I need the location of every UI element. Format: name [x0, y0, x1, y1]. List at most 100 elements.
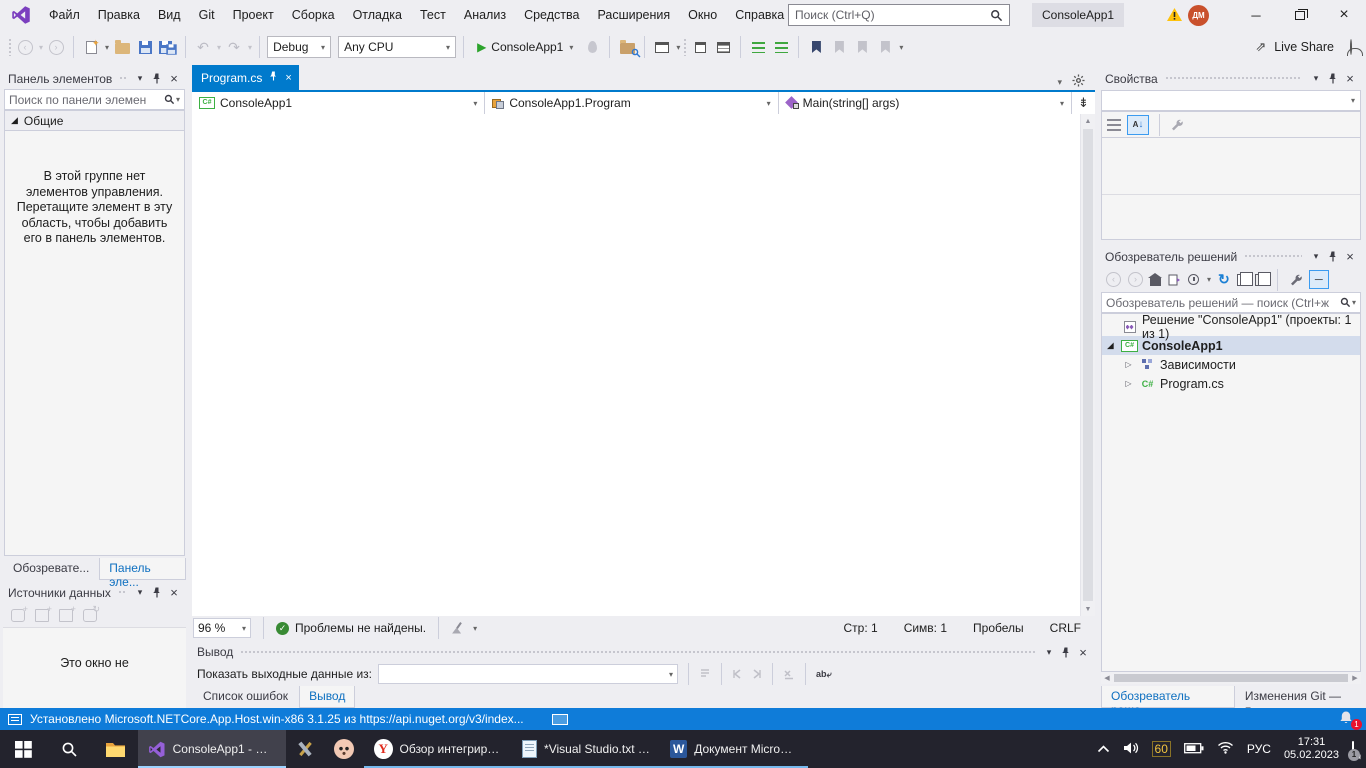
pin-icon[interactable] [152, 73, 162, 84]
tab-error-list[interactable]: Список ошибок [194, 686, 297, 708]
taskbar-app-isaac[interactable] [324, 730, 364, 768]
tree-item-solution[interactable]: Решение "ConsoleApp1" (проекты: 1 из 1) [1102, 317, 1360, 336]
add-data-source-icon[interactable] [11, 609, 25, 622]
search-input[interactable] [795, 8, 990, 22]
property-pages-wrench-icon[interactable] [1170, 118, 1184, 132]
pin-icon[interactable] [269, 71, 278, 84]
output-header[interactable]: Вывод ▾ × [192, 642, 1095, 662]
live-share-icon[interactable]: ⇗ [1255, 39, 1266, 55]
preview-selected-items-icon[interactable]: ─ [1309, 270, 1329, 289]
battery-icon[interactable] [1184, 742, 1204, 757]
horizontal-scrollbar[interactable]: ◀ ▶ [1101, 672, 1361, 684]
close-button[interactable]: × [1322, 0, 1366, 30]
tab-output[interactable]: Вывод [299, 686, 355, 708]
feedback-person-icon[interactable] [1350, 40, 1352, 54]
close-icon[interactable]: × [167, 586, 181, 599]
search-icon[interactable] [990, 9, 1003, 22]
taskbar-search-icon[interactable] [46, 730, 92, 768]
volume-icon[interactable] [1123, 741, 1139, 758]
wifi-icon[interactable] [1217, 741, 1234, 757]
file-explorer-icon[interactable] [92, 730, 138, 768]
window-position-icon[interactable]: ▾ [1309, 73, 1323, 84]
close-icon[interactable]: × [285, 72, 291, 84]
toolbox-search-input[interactable] [9, 93, 164, 107]
document-health-indicator[interactable]: ✓ Проблемы не найдены. [276, 621, 426, 635]
show-all-files-icon[interactable] [1255, 274, 1266, 286]
close-icon[interactable]: × [1076, 646, 1090, 659]
expanded-arrow-icon[interactable]: ◢ [11, 115, 18, 126]
search-icon[interactable] [164, 94, 175, 105]
toolbar-grip[interactable] [8, 38, 12, 56]
window-position-icon[interactable]: ▾ [1309, 251, 1323, 262]
window-list-icon[interactable] [713, 36, 733, 58]
properties-object-combo[interactable]: ▾ [1101, 90, 1361, 111]
increase-indent-icon[interactable] [771, 36, 791, 58]
code-cleanup-dropdown-icon[interactable]: ▾ [473, 624, 477, 633]
taskbar-app-notepad[interactable]: *Visual Studio.txt – ... [512, 730, 660, 768]
properties-wrench-icon[interactable] [1289, 273, 1302, 286]
taskbar-app-game-tools[interactable] [286, 730, 324, 768]
tab-git-changes[interactable]: Изменения Git — п... [1236, 686, 1362, 708]
toolbar-grip[interactable] [683, 38, 687, 56]
type-dropdown[interactable]: ConsoleApp1.Program ▾ [485, 92, 778, 114]
project-dropdown[interactable]: C# ConsoleApp1 ▾ [192, 92, 485, 114]
switch-views-icon[interactable] [1168, 273, 1181, 286]
window-position-icon[interactable]: ▾ [1042, 647, 1056, 658]
pin-icon[interactable] [1061, 647, 1071, 658]
save-icon[interactable] [135, 36, 155, 58]
scroll-up-icon[interactable]: ▲ [1081, 114, 1095, 128]
code-cleanup-broom-icon[interactable] [451, 622, 464, 635]
spaces-indicator[interactable]: Пробелы [973, 621, 1024, 635]
open-file-icon[interactable] [112, 36, 132, 58]
start-button[interactable] [0, 730, 46, 768]
solution-name-badge[interactable]: ConsoleApp1 [1032, 3, 1124, 27]
start-debugging-button[interactable]: ▶ConsoleApp1▾ [471, 35, 579, 59]
navigate-forward-icon[interactable]: › [46, 36, 66, 58]
word-wrap-icon[interactable]: ab⤶ [816, 669, 832, 680]
output-source-combo[interactable]: ▾ [378, 664, 678, 684]
properties-header[interactable]: Свойства ▾ × [1100, 68, 1362, 89]
menu-view[interactable]: Вид [149, 0, 190, 30]
previous-bookmark-icon[interactable] [829, 36, 849, 58]
menu-extensions[interactable]: Расширения [588, 0, 679, 30]
search-options-icon[interactable]: ▾ [176, 95, 180, 104]
quick-search-box[interactable] [788, 4, 1010, 26]
forward-icon[interactable]: › [1128, 272, 1143, 287]
taskbar-app-visual-studio[interactable]: ConsoleApp1 - Mic... [138, 730, 286, 768]
collapsed-arrow-icon[interactable]: ▷ [1122, 379, 1135, 388]
menu-edit[interactable]: Правка [89, 0, 149, 30]
decrease-indent-icon[interactable] [748, 36, 768, 58]
alphabetical-sort-icon[interactable]: A↓ [1127, 115, 1149, 135]
close-icon[interactable]: × [1343, 72, 1357, 85]
toolbox-group-general[interactable]: ◢ Общие [4, 110, 185, 130]
minimize-button[interactable]: ─ [1234, 0, 1278, 30]
close-icon[interactable]: × [167, 72, 181, 85]
window-position-icon[interactable]: ▾ [133, 587, 147, 598]
configure-data-source-icon[interactable] [35, 609, 49, 622]
tab-server-explorer[interactable]: Обозревате... [4, 558, 98, 580]
toolbar-overflow-icon[interactable]: ▾ [899, 43, 903, 52]
line-indicator[interactable]: Стр: 1 [844, 621, 878, 635]
code-lines[interactable] [192, 114, 1080, 616]
filter-dropdown-icon[interactable]: ▾ [1207, 275, 1211, 284]
close-icon[interactable]: × [1343, 250, 1357, 263]
clear-all-icon[interactable] [783, 668, 795, 680]
zoom-combo[interactable]: 96 %▾ [193, 618, 251, 638]
solution-search-box[interactable]: ▾ [1101, 292, 1361, 313]
tree-item-dependencies[interactable]: ▷Зависимости [1102, 355, 1360, 374]
menu-window[interactable]: Окно [679, 0, 726, 30]
user-avatar[interactable]: ДМ [1188, 5, 1209, 26]
toolbox-header[interactable]: Панель элементов ▾ × [3, 68, 186, 89]
find-message-icon[interactable] [699, 668, 711, 680]
member-dropdown[interactable]: Main(string[] args) ▾ [779, 92, 1071, 114]
search-options-icon[interactable]: ▾ [1352, 298, 1356, 307]
solution-explorer-header[interactable]: Обозреватель решений ▾ × [1100, 246, 1362, 267]
solution-search-input[interactable] [1106, 296, 1340, 310]
tab-program-cs[interactable]: Program.cs × [192, 65, 299, 90]
scrollbar-thumb[interactable] [1114, 674, 1348, 682]
restore-button[interactable] [1278, 0, 1322, 30]
menu-debug[interactable]: Отладка [344, 0, 411, 30]
redo-icon[interactable]: ↷ [224, 36, 244, 58]
scroll-right-icon[interactable]: ▶ [1349, 674, 1361, 682]
home-icon[interactable] [1150, 274, 1161, 286]
